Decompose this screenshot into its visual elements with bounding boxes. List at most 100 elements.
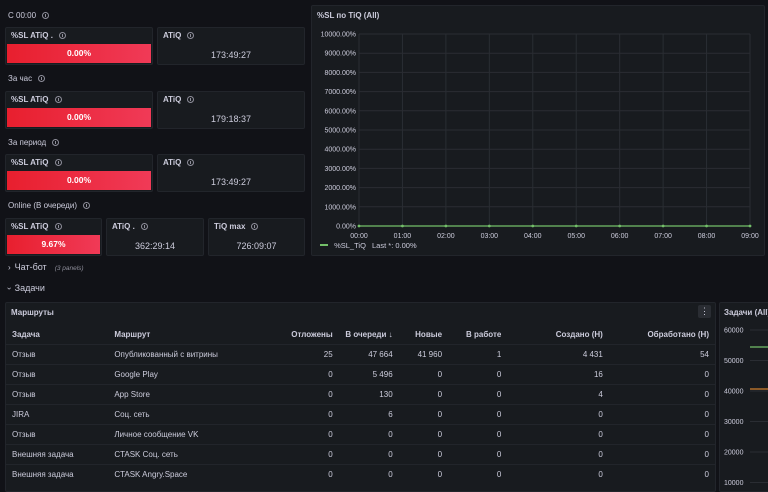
info-icon[interactable]	[82, 202, 90, 209]
column-header[interactable]: В очереди ↓	[339, 325, 399, 344]
table-row[interactable]: Внешняя задача CTASK Angry.Space 0 0 0 0 0 0	[6, 463, 715, 484]
tasks-chart[interactable]: 60000 50000 40000 30000 20000 10000	[720, 303, 768, 492]
atiq-panel-3: ATiQ 173:49:27	[157, 154, 305, 192]
column-header[interactable]: Создано (Н)	[507, 325, 609, 344]
table-row[interactable]: Отзыв Опубликованный с витрины 25 47 664 41 …	[6, 343, 715, 364]
line-chart[interactable]: 10000.00% 9000.00% 8000.00% 7000.00% 6000.00…	[312, 6, 766, 257]
tasks-chart-panel: Задачи (All) 60000 50000 40000 30000 20000 10…	[719, 302, 768, 492]
x-tick-label: 00:00	[350, 233, 368, 240]
info-icon[interactable]	[54, 159, 62, 166]
info-icon[interactable]	[54, 96, 62, 103]
x-tick-label: 08:00	[698, 233, 716, 240]
data-point[interactable]	[618, 224, 622, 228]
table-cell: 0	[507, 443, 609, 464]
info-icon[interactable]	[187, 32, 195, 39]
table-cell: 0	[608, 383, 715, 404]
table-cell: 0	[608, 463, 715, 484]
table-cell: 0	[398, 443, 449, 464]
data-point[interactable]	[705, 224, 708, 228]
table-cell: Google Play	[108, 363, 278, 384]
table-row[interactable]: Отзыв App Store 0 130 0 0 4 0	[6, 383, 715, 404]
chevron-down-icon: ›	[4, 287, 14, 290]
sl-value: 0.00%	[7, 44, 151, 63]
info-icon[interactable]	[42, 12, 50, 19]
table-cell: 0	[338, 443, 399, 464]
y-tick-label: 2000.00%	[324, 185, 356, 192]
table-cell: 0	[277, 463, 339, 484]
table-cell: 0	[398, 423, 449, 444]
info-icon[interactable]	[140, 223, 148, 230]
table-cell: Личное сообщение VK	[108, 423, 278, 444]
y-tick-label: 6000.00%	[324, 108, 356, 115]
sl-atiq-panel-4: %SL ATiQ 9.67%	[5, 218, 102, 256]
info-icon[interactable]	[52, 139, 60, 146]
info-icon[interactable]	[38, 75, 46, 82]
info-icon[interactable]	[187, 159, 195, 166]
routes-table: Задача Маршрут Отложены В очереди ↓ Новые В р…	[6, 325, 715, 484]
table-cell: Опубликованный с витрины	[108, 343, 278, 364]
y-tick-label: 20000	[724, 450, 744, 457]
info-icon[interactable]	[251, 223, 259, 230]
y-tick-label: 9000.00%	[324, 51, 356, 58]
row-tasks[interactable]: ›Задачи	[4, 283, 45, 293]
row-chatbot[interactable]: › Чат-бот (3 panels)	[8, 262, 84, 272]
x-tick-label: 04:00	[524, 233, 542, 240]
column-header[interactable]: Новые	[399, 325, 448, 344]
column-header[interactable]: В работе	[448, 325, 507, 344]
section-since-midnight: С 00:00	[8, 11, 50, 20]
table-cell: JIRA	[6, 403, 109, 424]
column-header[interactable]: Задача	[6, 325, 108, 344]
y-tick-label: 30000	[724, 419, 744, 426]
table-row[interactable]: Отзыв Личное сообщение VK 0 0 0 0 0 0	[6, 423, 715, 444]
data-point[interactable]	[444, 224, 448, 228]
x-tick-label: 06:00	[611, 233, 629, 240]
table-cell: 0	[398, 463, 449, 484]
info-icon[interactable]	[187, 96, 195, 103]
y-tick-label: 60000	[724, 328, 744, 335]
data-point[interactable]	[531, 224, 535, 228]
table-cell: 130	[338, 383, 399, 404]
table-row[interactable]: Отзыв Google Play 0 5 496 0 0 16 0	[6, 363, 715, 384]
y-tick-label: 50000	[724, 358, 744, 365]
table-cell: 0	[338, 423, 399, 444]
atiq-value: 173:49:27	[210, 50, 252, 60]
x-tick-label: 01:00	[394, 233, 412, 240]
section-per-hour: За час	[8, 74, 46, 83]
section-per-period: За период	[8, 138, 60, 147]
data-point[interactable]	[661, 224, 665, 228]
y-tick-label: 10000	[724, 480, 744, 487]
table-cell: Соц. сеть	[108, 403, 278, 424]
table-row[interactable]: JIRA Соц. сеть 0 6 0 0 0 0	[6, 403, 715, 424]
table-cell: 41 960	[398, 343, 449, 364]
table-cell: 6	[338, 403, 399, 424]
x-tick-label: 09:00	[741, 233, 759, 240]
table-row[interactable]: Внешняя задача CTASK Соц. сеть 0 0 0 0 0 0	[6, 443, 715, 464]
data-point[interactable]	[357, 224, 361, 228]
column-header[interactable]: Обработано (Н)	[609, 325, 715, 344]
chart-legend[interactable]: %SL_TiQ Last *: 0.00%	[320, 241, 417, 250]
data-point[interactable]	[748, 224, 752, 228]
table-cell: Отзыв	[6, 363, 109, 384]
data-point[interactable]	[487, 224, 491, 228]
column-header[interactable]: Маршрут	[108, 325, 277, 344]
y-tick-label: 5000.00%	[324, 128, 356, 135]
data-point[interactable]	[401, 224, 404, 228]
table-cell: 0	[448, 403, 508, 424]
panel-menu-icon[interactable]: ⋮	[698, 305, 711, 318]
table-cell: 0	[398, 383, 449, 404]
table-cell: 0	[398, 403, 449, 424]
table-cell: 0	[277, 423, 339, 444]
info-icon[interactable]	[58, 32, 66, 39]
x-tick-label: 03:00	[481, 233, 499, 240]
table-cell: 0	[448, 383, 508, 404]
column-header[interactable]: Отложены	[277, 325, 339, 344]
table-cell: 0	[507, 403, 609, 424]
table-cell: 0	[277, 443, 339, 464]
legend-swatch	[320, 244, 328, 246]
section-online: Online (В очереди)	[8, 201, 90, 210]
info-icon[interactable]	[54, 223, 62, 230]
table-cell: Внешняя задача	[6, 463, 109, 484]
data-point[interactable]	[574, 224, 578, 228]
y-tick-label: 8000.00%	[324, 70, 356, 77]
x-tick-label: 02:00	[437, 233, 455, 240]
